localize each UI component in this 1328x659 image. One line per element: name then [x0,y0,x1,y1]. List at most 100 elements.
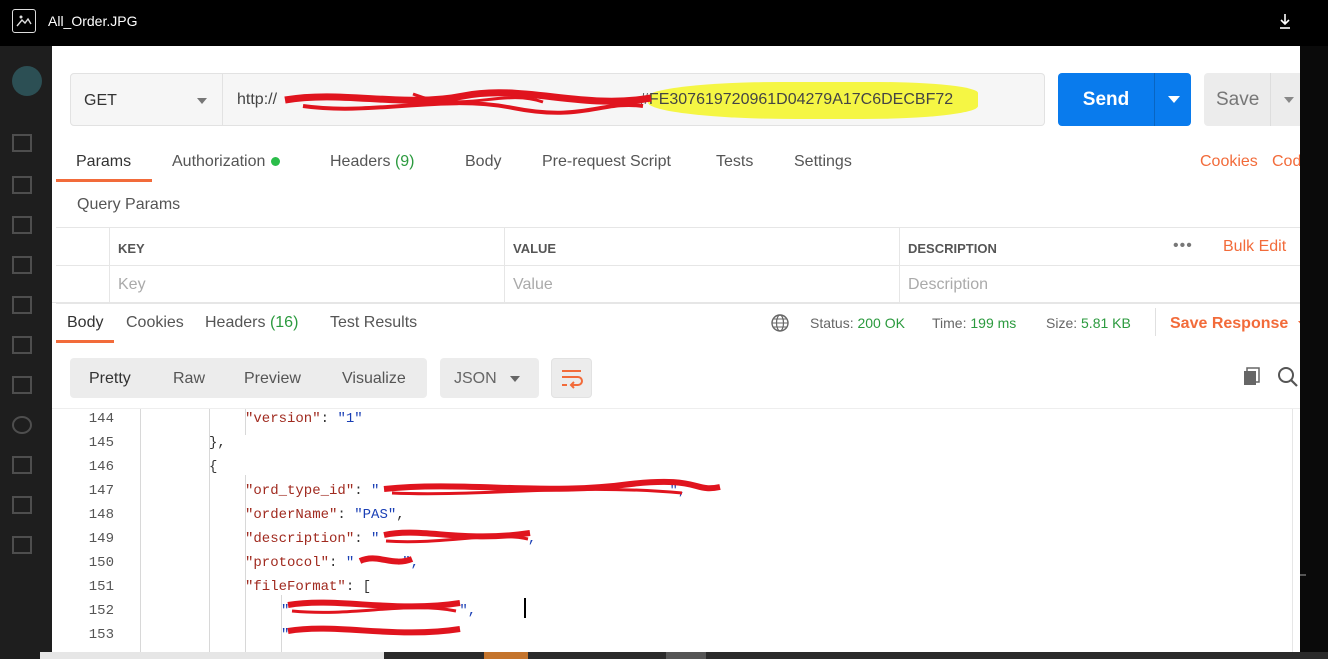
save-response-label: Save Response [1170,315,1289,332]
status-readout: Status: 200 OK [810,315,905,331]
line-number: 147 [88,483,114,499]
response-tab-cookies[interactable]: Cookies [126,314,184,332]
json-key: "ord_type_id" [245,483,355,499]
tab-authorization[interactable]: Authorization [172,153,281,171]
chevron-down-icon [197,98,207,104]
send-button[interactable]: Send [1058,73,1154,126]
filter-icon [12,456,32,474]
code-line: 148 "orderName": "PAS", [52,505,1300,529]
clock-icon [12,416,32,434]
redaction-scribble [287,625,461,636]
line-number: 148 [88,507,114,523]
chevron-down-icon [1298,320,1300,327]
chevron-down-icon [1284,97,1294,103]
view-mode-group: Pretty Raw Preview Visualize [70,358,427,398]
redaction-scribble [383,478,721,496]
send-label: Send [1082,89,1130,110]
status-label: Status: [810,315,854,331]
headers-count: (9) [394,153,415,170]
format-select[interactable]: JSON [440,358,539,398]
active-dot-icon [271,157,281,167]
active-tab-indicator [56,340,114,343]
redaction-scribble [358,555,414,565]
json-value: "1" [337,411,363,427]
view-raw[interactable]: Raw [173,370,205,388]
tab-tests[interactable]: Tests [716,153,753,171]
key-input[interactable]: Key [110,266,505,304]
divider [1155,308,1156,336]
method-select[interactable]: GET [70,73,223,126]
download-icon[interactable] [1276,12,1294,32]
description-input[interactable]: Description [900,266,1300,304]
tab-prerequest-script[interactable]: Pre-request Script [542,153,671,171]
line-number: 145 [88,435,114,451]
response-tab-test-results[interactable]: Test Results [330,314,417,332]
more-options-icon[interactable]: ••• [1173,237,1193,255]
line-number: 146 [88,459,114,475]
time-readout: Time: 199 ms [932,315,1016,331]
view-preview[interactable]: Preview [244,370,301,388]
search-icon[interactable] [1277,366,1299,388]
background-sidebar [0,46,52,659]
json-tail: [ [362,579,372,595]
key-placeholder: Key [118,276,146,293]
tab-body[interactable]: Body [465,153,501,171]
json-value: "PAS" [354,507,397,523]
size-readout: Size: 5.81 KB [1046,315,1131,331]
view-visualize[interactable]: Visualize [342,370,406,388]
history-icon [12,376,32,394]
json-key: "protocol" [245,555,330,571]
code-line: 149 "description": " ", [52,529,1300,553]
code-text: }, [209,435,226,451]
line-number: 152 [88,603,114,619]
value-placeholder: Value [513,276,553,293]
copy-icon[interactable] [1242,367,1262,387]
save-response-button[interactable]: Save Response [1170,315,1300,333]
response-tab-headers[interactable]: Headers (16) [205,314,298,332]
url-suffix: #FE307619720961D04279A17C6DECBF72 [640,91,954,108]
send-options-button[interactable] [1154,73,1191,126]
code-punct: { [209,459,218,475]
json-sep: : [337,507,355,523]
json-value: " [371,483,380,499]
tab-headers[interactable]: Headers (9) [330,153,415,171]
line-number: 150 [88,555,114,571]
background-taskbar [40,652,1328,659]
url-input[interactable]: http:// #FE307619720961D04279A17C6DECBF72 [223,73,1045,126]
code-link[interactable]: Cod [1272,153,1300,171]
tab-authorization-label: Authorization [172,153,266,170]
window-title: All_Order.JPG [48,13,138,29]
tab-params[interactable]: Params [76,153,131,171]
view-pretty[interactable]: Pretty [89,370,131,388]
checkbox-column [56,266,110,304]
code-text: "orderName": "PAS", [245,507,405,523]
response-tab-body[interactable]: Body [67,314,103,332]
flows-icon [12,336,32,354]
code-line: 152 " ", [52,601,1300,625]
description-placeholder: Description [908,276,989,293]
json-key: "fileFormat" [245,579,346,595]
postman-panel: GET http:// #FE307619720961D04279A17C6DEC… [52,46,1300,652]
response-code-editor[interactable]: 144 "version": "1" 145}, 146 {147 "ord_type_i… [52,408,1300,652]
tab-headers-label: Headers [330,153,391,170]
code-line: 151 "fileFormat": [ [52,577,1300,601]
redaction-scribble [287,599,461,614]
checkbox-column [56,228,110,266]
response-headers-count: (16) [269,314,299,331]
code-text: "version": "1" [245,411,363,427]
value-input[interactable]: Value [505,266,900,304]
cookies-link[interactable]: Cookies [1200,153,1258,171]
bulk-edit-link[interactable]: Bulk Edit [1223,238,1286,256]
json-sep: : [345,579,363,595]
background-right [1294,46,1328,659]
mock-servers-icon [12,256,32,274]
save-button[interactable]: Save [1204,73,1300,126]
wrap-lines-button[interactable] [551,358,592,398]
globe-icon[interactable] [770,313,790,333]
apis-icon [12,176,32,194]
json-tail: , [396,507,405,523]
redaction-scribble [284,89,652,115]
environments-icon [12,216,32,234]
tab-settings[interactable]: Settings [794,153,852,171]
monitors-icon [12,296,32,314]
